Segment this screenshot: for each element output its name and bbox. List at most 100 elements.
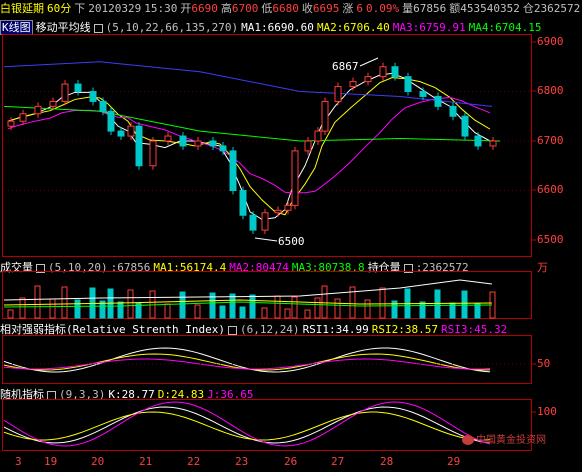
y-label-6900: 6900 xyxy=(537,35,564,48)
candle-body xyxy=(19,113,27,122)
candlesticks xyxy=(7,62,497,235)
candle-body xyxy=(474,135,482,147)
candle-body xyxy=(34,105,42,115)
candle-body xyxy=(107,110,115,132)
volume-bar xyxy=(419,301,426,319)
volume-bar xyxy=(117,301,124,319)
candle-body xyxy=(291,150,299,206)
volume-bar xyxy=(304,309,311,319)
candle-body xyxy=(209,140,217,147)
volume-bar xyxy=(461,290,468,319)
x-label: 21 xyxy=(139,455,153,468)
volume-bar xyxy=(261,307,268,319)
volume-bar xyxy=(284,308,291,319)
candle-body xyxy=(149,140,157,167)
volume-bar xyxy=(334,298,341,319)
x-label: 3 xyxy=(15,455,22,468)
kdj-y-label: 100 xyxy=(537,405,557,418)
volume-bar xyxy=(7,309,14,319)
volume-bar xyxy=(219,305,226,319)
volume-bar xyxy=(291,296,298,319)
candle-body xyxy=(249,214,257,231)
ma1-line xyxy=(7,72,491,220)
candle-body xyxy=(135,125,143,167)
volume-bar xyxy=(74,299,81,319)
x-axis: 3 19 20 21 22 23 26 27 28 29 xyxy=(0,455,582,469)
candle-body xyxy=(7,120,15,127)
candle-body xyxy=(89,91,97,102)
candle-body xyxy=(229,150,237,191)
volume-bar xyxy=(34,285,41,319)
ma4-line xyxy=(3,105,501,142)
candle-body xyxy=(261,212,269,231)
volume-bar xyxy=(379,287,386,319)
high-annotation: 6867 xyxy=(332,60,359,73)
candle-body xyxy=(364,76,372,83)
x-label: 19 xyxy=(44,455,58,468)
panel-frames xyxy=(2,34,532,451)
candle-body xyxy=(274,209,282,214)
watermark-logo-icon xyxy=(462,435,474,445)
volume-bar xyxy=(19,297,26,319)
candle-body xyxy=(321,100,329,132)
volume-bar xyxy=(249,294,256,319)
candle-body xyxy=(61,83,69,102)
volume-bar xyxy=(364,299,371,319)
kdj-k-line xyxy=(3,406,491,444)
volume-bar xyxy=(49,298,56,319)
rsi2-line xyxy=(3,353,491,371)
candle-body xyxy=(49,100,57,107)
y-label-6700: 6700 xyxy=(537,134,564,147)
candle-body xyxy=(349,81,357,88)
candle-body xyxy=(164,135,172,142)
watermark-text: 中国黄金投资网 xyxy=(476,435,546,446)
watermark: 中国黄金投资网 xyxy=(462,431,546,446)
open-interest-line xyxy=(3,279,493,301)
candle-body xyxy=(284,204,292,211)
candle-body xyxy=(404,76,412,93)
x-label: 28 xyxy=(380,455,394,468)
candle-body xyxy=(219,145,227,152)
candle-body xyxy=(179,135,187,147)
candle-body xyxy=(239,190,247,216)
volume-bar xyxy=(474,303,481,319)
volume-bar xyxy=(274,295,281,319)
volume-bars xyxy=(3,279,496,319)
volume-bar xyxy=(194,304,201,319)
candle-body xyxy=(419,91,427,97)
low-annotation: 6500 xyxy=(278,235,305,248)
candle-body xyxy=(304,140,312,152)
volume-bar xyxy=(229,293,236,319)
volume-bar xyxy=(61,286,68,319)
candle-body xyxy=(391,66,399,78)
ma3-line xyxy=(7,96,491,194)
y-label-6600: 6600 xyxy=(537,183,564,196)
x-label: 27 xyxy=(331,455,345,468)
rsi-frame xyxy=(2,335,532,384)
volume-bar xyxy=(164,303,171,319)
kdj-d-line xyxy=(3,411,491,441)
x-label: 22 xyxy=(187,455,201,468)
candle-body xyxy=(449,105,457,117)
candle-body xyxy=(127,125,135,137)
candle-body xyxy=(334,86,342,102)
kdj-lines xyxy=(3,401,491,447)
candle-body xyxy=(489,140,497,147)
rsi-lines xyxy=(3,347,530,373)
volume-bar xyxy=(127,289,134,319)
candle-body xyxy=(461,115,469,137)
candle-body xyxy=(434,95,442,107)
x-label: 20 xyxy=(91,455,105,468)
chart-canvas[interactable]: 6867 6500 xyxy=(0,0,582,472)
rsi-y-label: 50 xyxy=(537,357,551,370)
y-label-6500: 6500 xyxy=(537,233,564,246)
candle-body xyxy=(379,66,387,78)
x-label: 29 xyxy=(447,455,461,468)
y-label-6800: 6800 xyxy=(537,84,564,97)
candle-body xyxy=(314,130,322,142)
high-annotation-leader xyxy=(359,57,379,67)
volume-bar xyxy=(314,297,321,319)
low-annotation-leader xyxy=(254,237,278,242)
candle-body xyxy=(194,140,202,147)
volume-bar xyxy=(179,291,186,319)
